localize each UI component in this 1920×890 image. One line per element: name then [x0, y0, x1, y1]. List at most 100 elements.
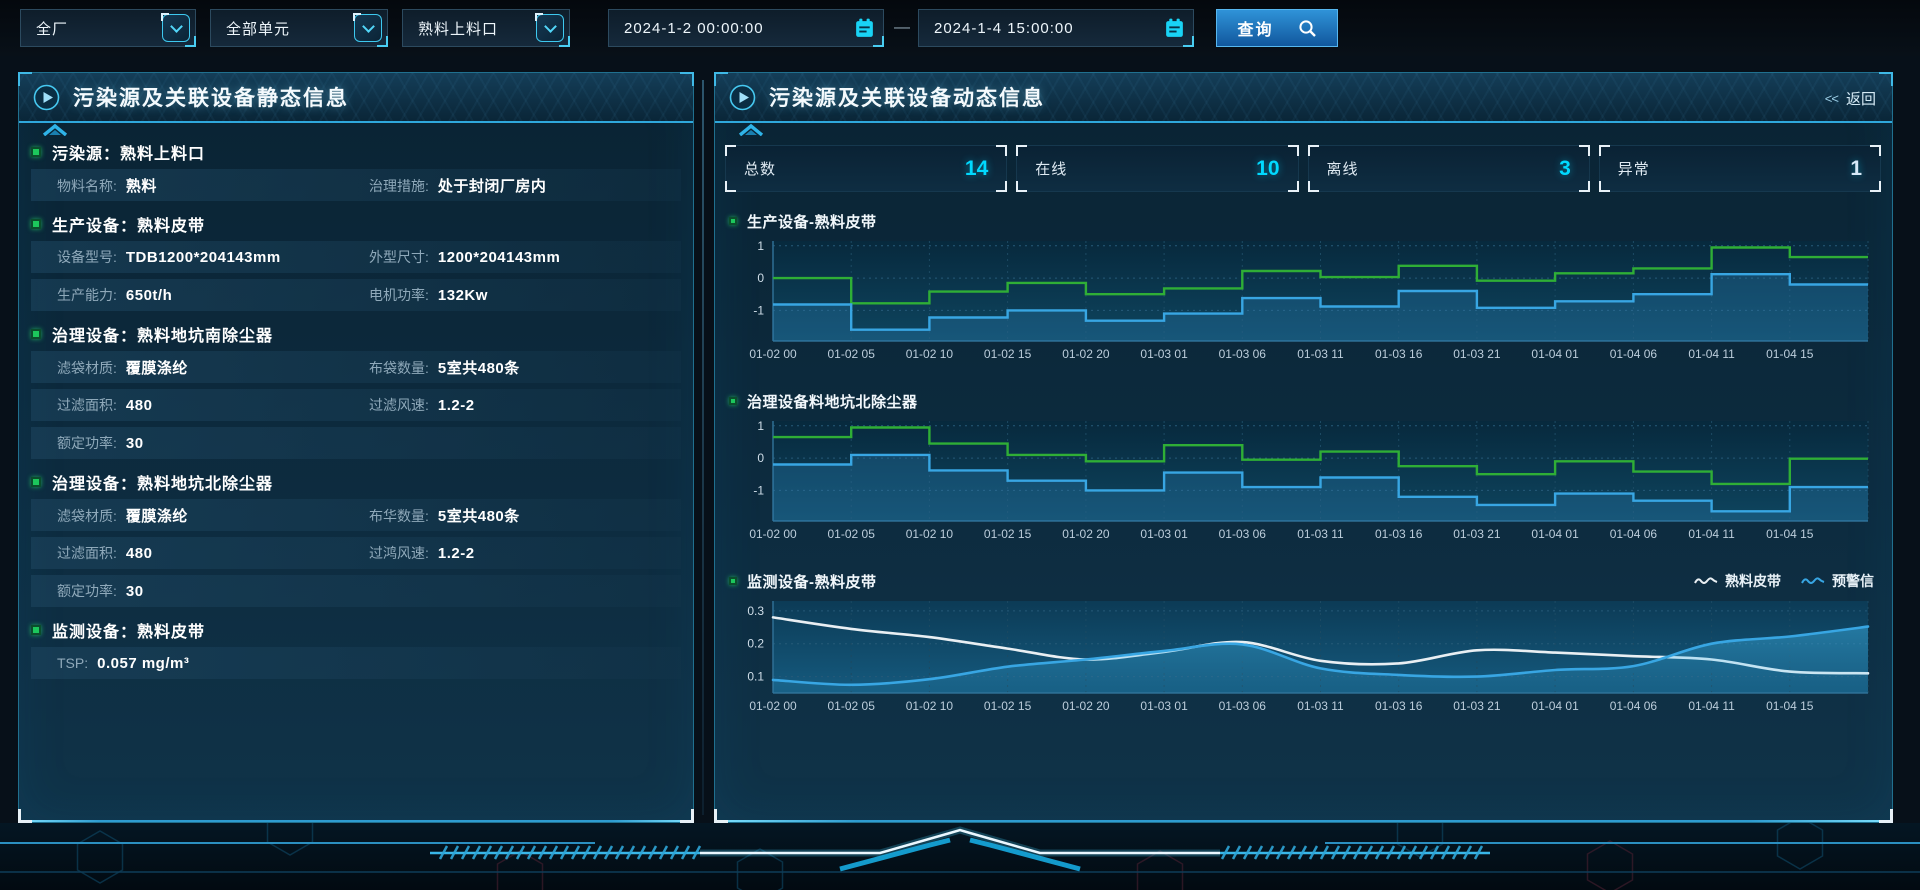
- info-label: 滤袋材质:: [57, 358, 117, 378]
- info-value: 处于封闭厂房内: [438, 175, 547, 196]
- back-chevrons-icon: <<: [1825, 91, 1838, 106]
- section-header: 治理设备：熟料地坑南除尘器: [31, 317, 681, 351]
- play-icon: [729, 84, 756, 111]
- wave-line-icon: [1694, 575, 1718, 587]
- svg-text:01-02 15: 01-02 15: [984, 347, 1032, 361]
- query-button[interactable]: 查询: [1216, 9, 1338, 47]
- chart-treatment: 10-101-02 0001-02 0501-02 1001-02 1501-0…: [729, 415, 1878, 552]
- date-range-separator: —: [894, 19, 910, 37]
- info-cell: 过滤面积:480: [57, 395, 369, 415]
- stats-row: 总数 14 在线 10 离线 3 异常 1: [725, 145, 1881, 192]
- info-label: 布袋数量:: [369, 358, 429, 378]
- info-cell: TSP: 0.057 mg/m³: [57, 655, 369, 672]
- chevron-down-icon[interactable]: [162, 14, 190, 42]
- info-value: 1.2-2: [438, 397, 475, 414]
- svg-text:01-03 01: 01-03 01: [1140, 527, 1188, 541]
- chevron-down-icon[interactable]: [354, 14, 382, 42]
- section-header: 监测设备：熟料皮带: [31, 613, 681, 647]
- info-cell: 过滤风速:1.2-2: [369, 395, 681, 415]
- svg-text:01-02 05: 01-02 05: [828, 699, 876, 713]
- legend-item-warning[interactable]: 预警信: [1801, 571, 1874, 591]
- svg-text:1: 1: [757, 239, 764, 253]
- info-value: 650t/h: [126, 287, 172, 304]
- plant-select[interactable]: 全厂: [20, 9, 196, 47]
- info-label: 物料名称:: [57, 176, 117, 196]
- svg-text:01-03 01: 01-03 01: [1140, 699, 1188, 713]
- info-value: 0.057 mg/m³: [97, 655, 189, 672]
- svg-text:01-03 11: 01-03 11: [1297, 699, 1344, 713]
- svg-text:-1: -1: [753, 303, 764, 317]
- calendar-icon[interactable]: [849, 13, 879, 43]
- stat-label: 异常: [1618, 158, 1650, 179]
- chart-canvas: 10-101-02 0001-02 0501-02 1001-02 1501-0…: [729, 415, 1879, 547]
- source-select[interactable]: 熟料上料口: [402, 9, 570, 47]
- chevron-down-icon[interactable]: [536, 14, 564, 42]
- plant-select-value: 全厂: [21, 18, 162, 39]
- wave-line-icon: [1801, 575, 1825, 587]
- topbar: 全厂 全部单元 熟料上料口 2024-1-2 00:00:00 — 2024-1…: [0, 0, 1920, 56]
- svg-text:01-04 15: 01-04 15: [1766, 527, 1814, 541]
- chart-production: 10-101-02 0001-02 0501-02 1001-02 1501-0…: [729, 235, 1878, 372]
- info-label: 滤袋材质:: [57, 506, 117, 526]
- svg-text:01-03 06: 01-03 06: [1219, 699, 1267, 713]
- date-from-input[interactable]: 2024-1-2 00:00:00: [608, 9, 884, 47]
- chart-block-production: 生产设备-熟料皮带 10-101-02 0001-02 0501-02 1001…: [729, 207, 1878, 372]
- svg-text:0: 0: [757, 271, 764, 285]
- unit-select[interactable]: 全部单元: [210, 9, 388, 47]
- info-value: 480: [126, 545, 153, 562]
- info-row: 过滤面积:480过滤风速:1.2-2: [31, 389, 681, 421]
- svg-text:01-04 11: 01-04 11: [1688, 347, 1735, 361]
- info-value: 覆膜涤纶: [126, 357, 188, 378]
- play-icon: [33, 84, 60, 111]
- panel-scrollbar[interactable]: [702, 80, 704, 815]
- chart-canvas: 0.30.20.101-02 0001-02 0501-02 1001-02 1…: [729, 595, 1879, 719]
- section-bullet-icon: [31, 329, 41, 339]
- section-bullet-icon: [31, 625, 41, 635]
- info-value: 132Kw: [438, 287, 488, 304]
- info-row: 滤袋材质:覆膜涤纶布袋数量:5室共480条: [31, 351, 681, 383]
- svg-text:01-02 10: 01-02 10: [906, 527, 954, 541]
- section-title: 治理设备：熟料地坑北除尘器: [52, 470, 273, 494]
- svg-text:01-02 20: 01-02 20: [1062, 347, 1110, 361]
- svg-text:0.1: 0.1: [747, 670, 764, 684]
- info-label: TSP:: [57, 655, 88, 671]
- svg-text:0.2: 0.2: [747, 637, 764, 651]
- static-info-list: 污染源：熟料上料口物料名称:熟料治理措施:处于封闭厂房内生产设备：熟料皮带设备型…: [19, 123, 693, 679]
- info-cell: 过滤面积: 480: [57, 543, 369, 563]
- chart-canvas: 10-101-02 0001-02 0501-02 1001-02 1501-0…: [729, 235, 1879, 367]
- back-button[interactable]: << 返回: [1825, 73, 1876, 123]
- svg-text:01-03 16: 01-03 16: [1375, 527, 1423, 541]
- svg-text:01-02 00: 01-02 00: [749, 699, 797, 713]
- info-label: 额定功率:: [57, 433, 117, 453]
- footer-decoration: [0, 823, 1920, 890]
- stat-offline: 离线 3: [1308, 145, 1590, 192]
- info-label: 过滤面积:: [57, 543, 117, 563]
- svg-text:01-02 00: 01-02 00: [749, 347, 797, 361]
- info-row: 额定功率:30: [31, 575, 681, 607]
- info-row: 物料名称:熟料治理措施:处于封闭厂房内: [31, 169, 681, 201]
- info-cell: 物料名称:熟料: [57, 175, 369, 196]
- info-label: 设备型号:: [57, 247, 117, 267]
- info-cell: 外型尺寸:1200*204143mm: [369, 247, 681, 267]
- info-value: 30: [126, 435, 144, 452]
- info-cell: 设备型号: TDB1200*204143mm: [57, 247, 369, 267]
- svg-text:01-03 06: 01-03 06: [1219, 527, 1267, 541]
- calendar-icon[interactable]: [1159, 13, 1189, 43]
- date-to-input[interactable]: 2024-1-4 15:00:00: [918, 9, 1194, 47]
- section-title: 生产设备：熟料皮带: [52, 212, 205, 236]
- info-cell: 额定功率:30: [57, 581, 369, 601]
- info-value: TDB1200*204143mm: [126, 249, 281, 266]
- stat-abnormal: 异常 1: [1599, 145, 1881, 192]
- section-header: 生产设备：熟料皮带: [31, 207, 681, 241]
- section-header: 治理设备：熟料地坑北除尘器: [31, 465, 681, 499]
- source-select-value: 熟料上料口: [403, 18, 536, 39]
- info-cell: 生产能力: 650t/h: [57, 285, 369, 305]
- svg-text:01-04 06: 01-04 06: [1610, 699, 1658, 713]
- svg-text:01-02 20: 01-02 20: [1062, 527, 1110, 541]
- stat-value: 1: [1850, 157, 1862, 181]
- footer-art: [0, 823, 1920, 890]
- dynamic-info-panel: 污染源及关联设备动态信息 << 返回 总数 14 在线 10 离线 3 异常: [714, 72, 1893, 823]
- legend-item-belt[interactable]: 熟料皮带: [1694, 571, 1781, 591]
- section-title: 监测设备：熟料皮带: [52, 618, 205, 642]
- info-label: 生产能力:: [57, 285, 117, 305]
